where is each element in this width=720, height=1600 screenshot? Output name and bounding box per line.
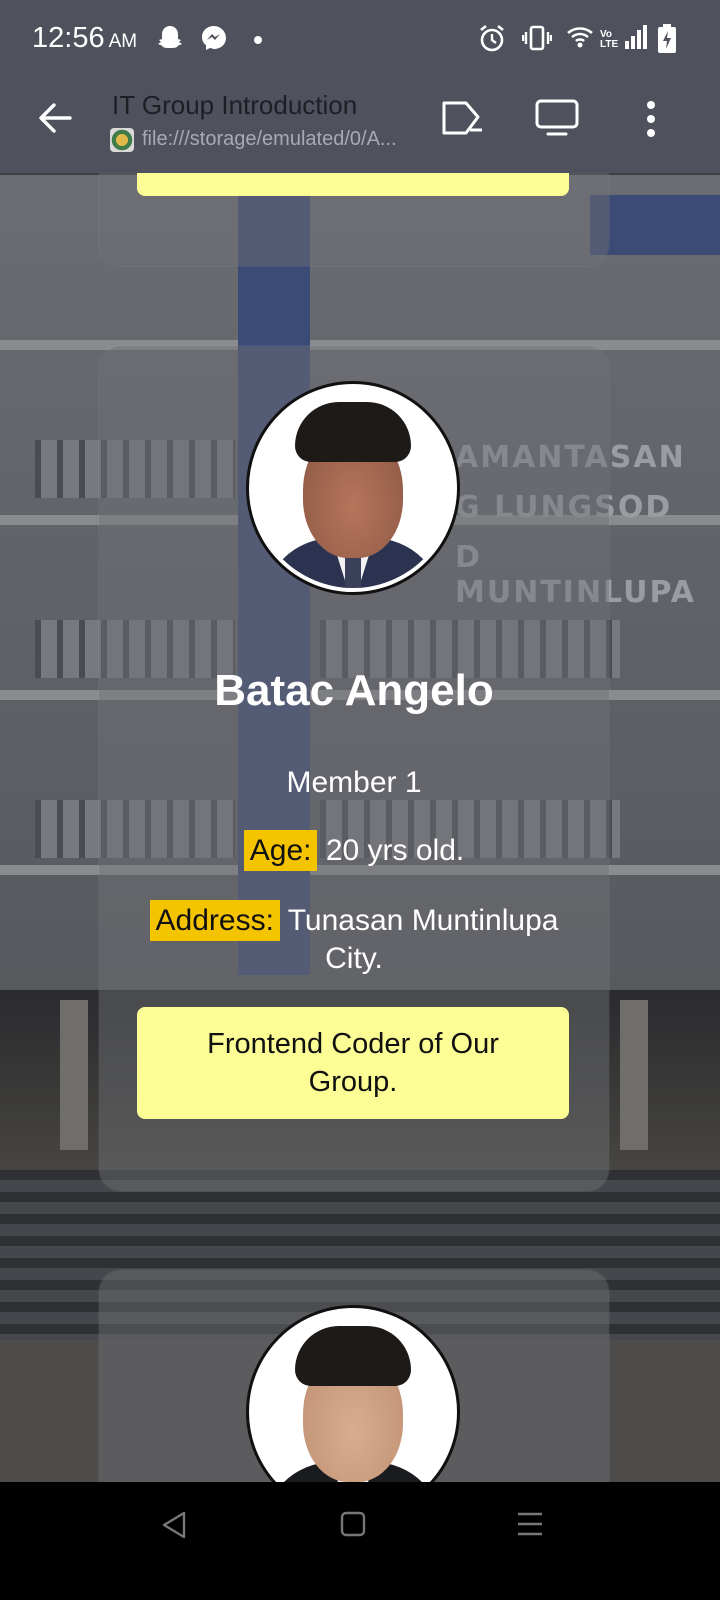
clock: 12:56 AM — [32, 22, 137, 55]
page-title: IT Group Introduction — [112, 90, 358, 120]
home-nav-icon[interactable] — [340, 1510, 366, 1538]
alarm-icon — [480, 24, 504, 52]
desktop-view-icon[interactable] — [534, 98, 580, 138]
member-card: Batac Angelo Member 1 Age: 20 yrs old. A… — [99, 346, 609, 1191]
member-number: Member 1 — [286, 766, 422, 799]
messenger-icon — [202, 26, 226, 50]
app-toolbar — [0, 80, 720, 173]
cast-icon[interactable] — [440, 100, 486, 138]
address-label: Address: — [149, 900, 280, 941]
role-text: Frontend Coder of Our Group. — [207, 1028, 499, 1098]
system-nav-bar — [0, 1482, 720, 1600]
age-row: Age: 20 yrs old. — [99, 830, 609, 871]
page-url[interactable]: file:///storage/emulated/0/A... — [142, 128, 397, 151]
more-vert-icon[interactable] — [644, 100, 658, 138]
battery-icon — [658, 24, 676, 53]
back-nav-icon[interactable] — [160, 1510, 188, 1540]
role-box: Frontend Coder of Our Group. — [137, 1007, 569, 1119]
member-photo — [249, 384, 457, 592]
address-value: Tunasan Muntinlupa City. — [287, 904, 559, 975]
age-label: Age: — [243, 830, 318, 871]
status-bar: 12:56 AM Vo LTE — [0, 0, 720, 80]
clock-time: 12:56 — [32, 22, 105, 54]
member-name: Batac Angelo — [214, 666, 494, 715]
clock-ampm: AM — [108, 31, 138, 52]
back-arrow-icon[interactable] — [36, 100, 74, 136]
notification-dot — [254, 36, 262, 44]
wifi-icon — [567, 27, 593, 48]
signal-icon — [625, 25, 647, 49]
vibrate-icon — [522, 25, 552, 51]
snapchat-icon — [158, 26, 182, 48]
address-row: Address: Tunasan Muntinlupa City. — [99, 900, 609, 978]
recents-nav-icon[interactable] — [516, 1510, 544, 1538]
volte-icon: Vo LTE — [600, 29, 619, 50]
site-favicon — [110, 128, 134, 152]
age-value: 20 yrs old. — [325, 834, 465, 867]
